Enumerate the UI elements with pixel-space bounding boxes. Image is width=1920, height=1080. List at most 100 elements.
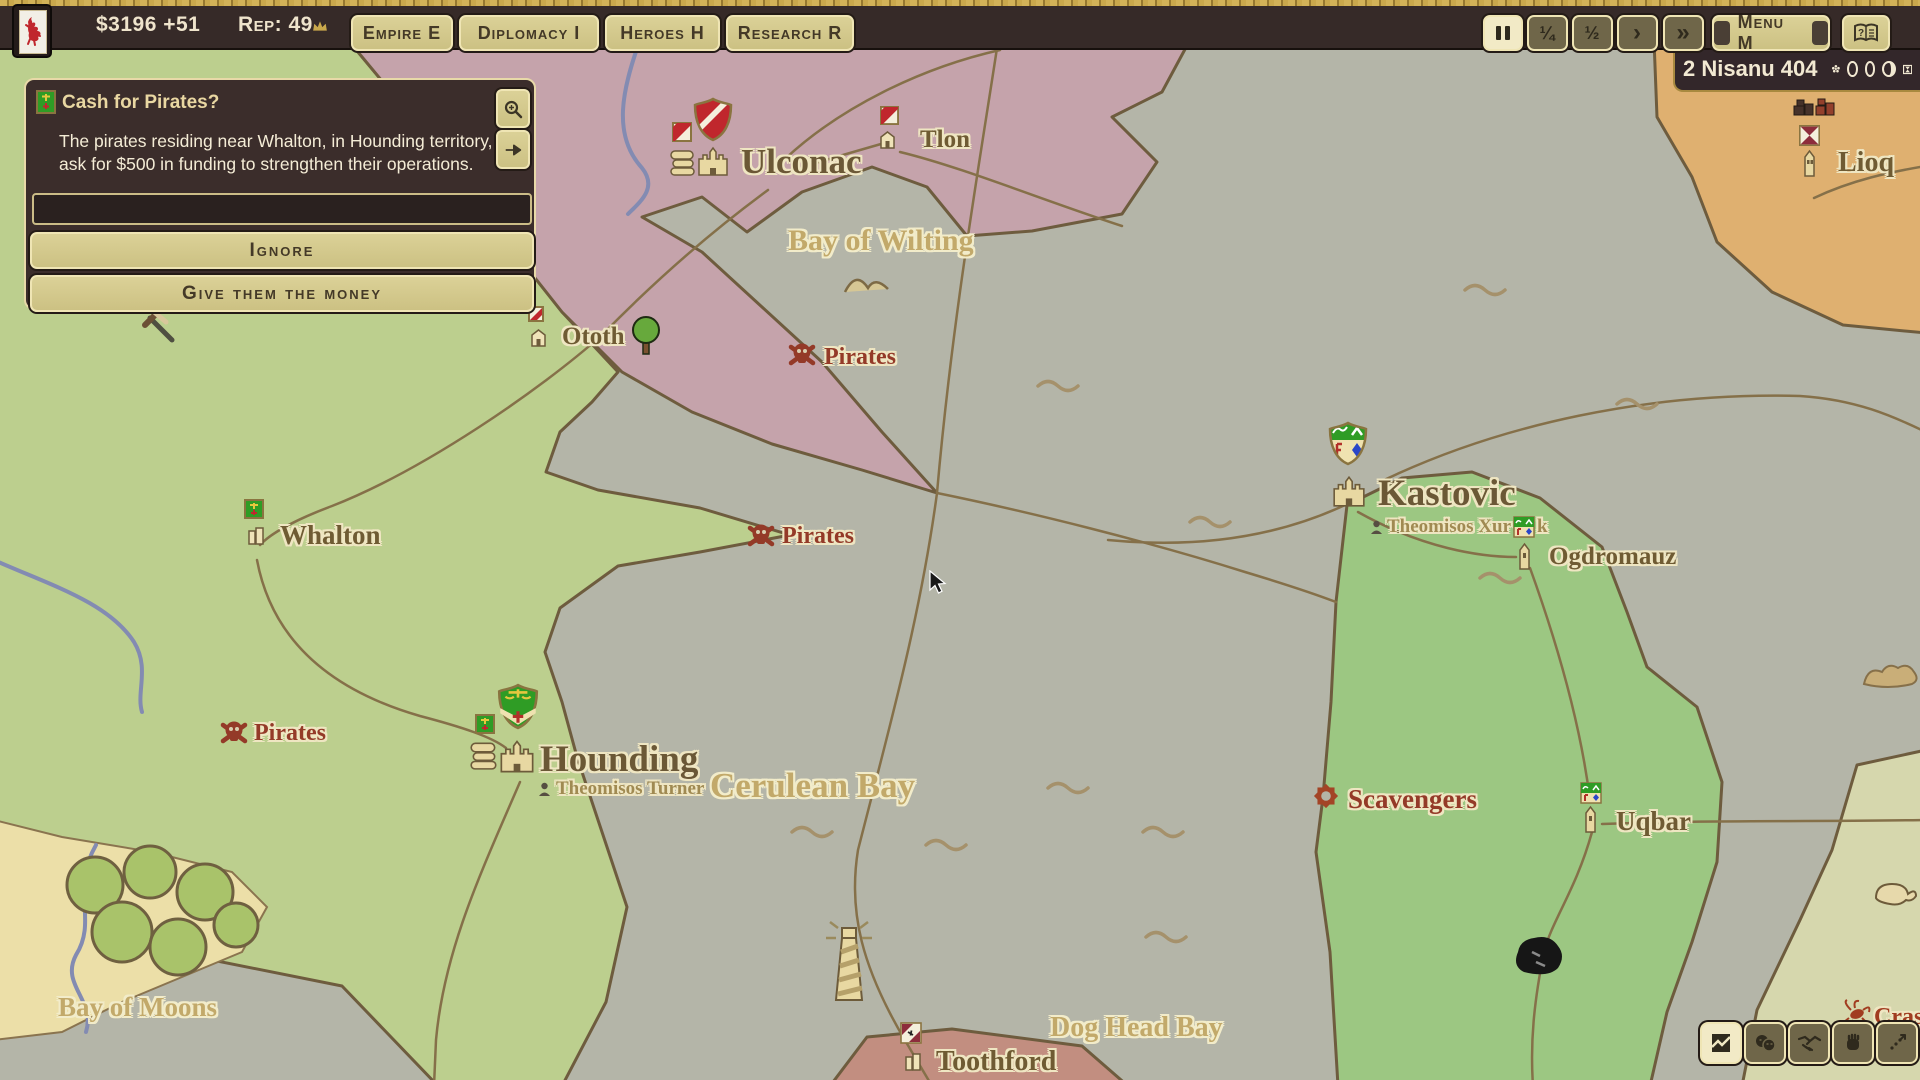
- date-display: 2 Nisanu 404: [1683, 56, 1818, 82]
- pause-button[interactable]: [1483, 15, 1523, 51]
- tower-icon-uqbar: [1582, 804, 1599, 834]
- date-bar: 2 Nisanu 404: [1673, 48, 1920, 92]
- faction-label-pirates-3[interactable]: Pirates: [254, 720, 326, 747]
- money-display: $3196 +51: [96, 13, 200, 37]
- town-label-tlon[interactable]: Tlon: [920, 126, 970, 154]
- red-lion-emblem: [20, 11, 44, 51]
- kastovic-flag-small: [1513, 516, 1535, 538]
- hounding-flag-icon: [36, 90, 56, 114]
- menu-button[interactable]: Menu M: [1712, 15, 1830, 51]
- dialog-body-text: The pirates residing near Whalton, in Ho…: [59, 130, 509, 176]
- whalton-flag[interactable]: [244, 499, 264, 519]
- ulconac-shield[interactable]: [692, 96, 734, 142]
- military-button[interactable]: [1832, 1022, 1874, 1064]
- book-icon: ?: [1853, 22, 1879, 44]
- kastovic-shield[interactable]: [1327, 420, 1369, 466]
- person-icon: [1370, 520, 1383, 534]
- town-label-ogdromauz[interactable]: Ogdromauz: [1549, 543, 1676, 571]
- research-button[interactable]: Research R: [726, 15, 854, 51]
- speed-half-button[interactable]: ½: [1572, 15, 1613, 51]
- fist-icon: [1841, 1031, 1865, 1055]
- dialog-title: Cash for Pirates?: [62, 92, 219, 114]
- water-label-dog-head-bay: Dog Head Bay: [1050, 1012, 1223, 1044]
- handshake-icon: [1796, 1031, 1822, 1055]
- event-dialog: Cash for Pirates? The pirates residing n…: [24, 78, 536, 310]
- diplomacy-map-button[interactable]: [1788, 1022, 1830, 1064]
- ulconac-flag[interactable]: [672, 122, 692, 142]
- magnifier-icon: [503, 99, 523, 119]
- factions-button[interactable]: [1744, 1022, 1786, 1064]
- town-icon-whalton: [246, 524, 266, 546]
- hero-hounding[interactable]: Theomisos Turner: [538, 778, 704, 800]
- lioq-flag[interactable]: [1799, 125, 1820, 146]
- pirates-icon-3[interactable]: [218, 718, 250, 746]
- person-icon: [538, 782, 551, 796]
- gold-braid: [0, 0, 1920, 6]
- reputation-display: Rep: 49: [238, 13, 313, 37]
- masks-icon: [1753, 1031, 1777, 1055]
- castle-icon-kastovic: [1330, 473, 1368, 509]
- uqbar-flag[interactable]: [1580, 782, 1602, 804]
- city-label-ulconac[interactable]: Ulconac: [741, 142, 862, 182]
- faction-label-pirates-1[interactable]: Pirates: [824, 344, 896, 371]
- crown-icon: [312, 20, 328, 32]
- town-icon-ototh: [529, 326, 548, 348]
- water-label-cerulean-bay: Cerulean Bay: [710, 766, 915, 806]
- ignore-button[interactable]: Ignore: [30, 232, 534, 269]
- castle-icon-hounding: [498, 737, 536, 775]
- faction-label-pirates-2[interactable]: Pirates: [782, 523, 854, 550]
- castle-icon: [696, 144, 730, 178]
- town-label-toothford[interactable]: Toothford: [936, 1046, 1056, 1078]
- coins-icon-hounding: [468, 740, 500, 770]
- range-button[interactable]: [1876, 1022, 1918, 1064]
- hero-label-xur-prefix: Theomisos Xur: [1387, 516, 1511, 538]
- scavengers-icon[interactable]: [1310, 780, 1342, 812]
- menu-slot-left: [1714, 21, 1730, 45]
- dialog-input-panel[interactable]: [32, 193, 532, 225]
- tlon-flag[interactable]: [880, 106, 899, 125]
- map-icon: [1709, 1031, 1733, 1055]
- season-flower-icon: [1831, 60, 1841, 78]
- toothford-flag[interactable]: [900, 1022, 922, 1044]
- moon-phase-icon-3: [1882, 61, 1896, 77]
- menu-slot-right: [1812, 21, 1828, 45]
- top-bar: $3196 +51 Rep: 49 Empire E Diplomacy I H…: [0, 0, 1920, 50]
- town-icon-toothford: [903, 1050, 923, 1072]
- zoom-to-event-button[interactable]: [496, 89, 530, 128]
- hero-kastovic[interactable]: Theomisos Xur k: [1370, 516, 1548, 538]
- encyclopedia-button[interactable]: ?: [1842, 15, 1890, 51]
- give-money-button[interactable]: Give them the money: [30, 275, 534, 312]
- hourglass-icon: [1903, 61, 1912, 78]
- hounding-flag[interactable]: [475, 714, 495, 734]
- tower-icon-lioq: [1800, 148, 1819, 178]
- water-label-bay-of-wilting: Bay of Wilting: [788, 224, 974, 258]
- pirates-icon-2[interactable]: [745, 521, 777, 549]
- trajectory-arrow-icon: [1885, 1031, 1909, 1055]
- pirates-icon-1[interactable]: [786, 340, 818, 368]
- empire-button[interactable]: Empire E: [351, 15, 453, 51]
- town-label-ototh[interactable]: Ototh: [562, 323, 625, 351]
- town-icon-tlon: [878, 128, 897, 150]
- town-label-whalton[interactable]: Whalton: [280, 520, 381, 551]
- town-label-uqbar[interactable]: Uqbar: [1616, 806, 1691, 837]
- city-label-kastovic[interactable]: Kastovic: [1378, 472, 1516, 515]
- map-mode-button[interactable]: [1700, 1022, 1742, 1064]
- coins-icon: [668, 148, 698, 176]
- diplomacy-button[interactable]: Diplomacy I: [459, 15, 599, 51]
- faction-label-scavengers[interactable]: Scavengers: [1348, 784, 1477, 815]
- hero-label-xur-suffix: k: [1537, 516, 1548, 538]
- player-flag-icon[interactable]: [14, 6, 50, 56]
- moon-phase-icon-2: [1865, 61, 1876, 77]
- heroes-button[interactable]: Heroes H: [605, 15, 720, 51]
- city-label-hounding[interactable]: Hounding: [540, 738, 698, 781]
- speed-play-button[interactable]: ›: [1617, 15, 1658, 51]
- water-label-bay-of-moons: Bay of Moons: [58, 992, 217, 1023]
- game-screen: Ulconac Tlon Bay of Wilting Ototh Pirate…: [0, 0, 1920, 1080]
- speed-fast-button[interactable]: »: [1663, 15, 1704, 51]
- speed-quarter-button[interactable]: ¼: [1527, 15, 1568, 51]
- mouse-cursor: [928, 570, 948, 596]
- hounding-shield[interactable]: [496, 682, 540, 730]
- tower-icon-ogdromauz: [1516, 541, 1533, 571]
- town-label-lioq[interactable]: Lioq: [1838, 147, 1894, 179]
- pause-icon: [1496, 26, 1510, 40]
